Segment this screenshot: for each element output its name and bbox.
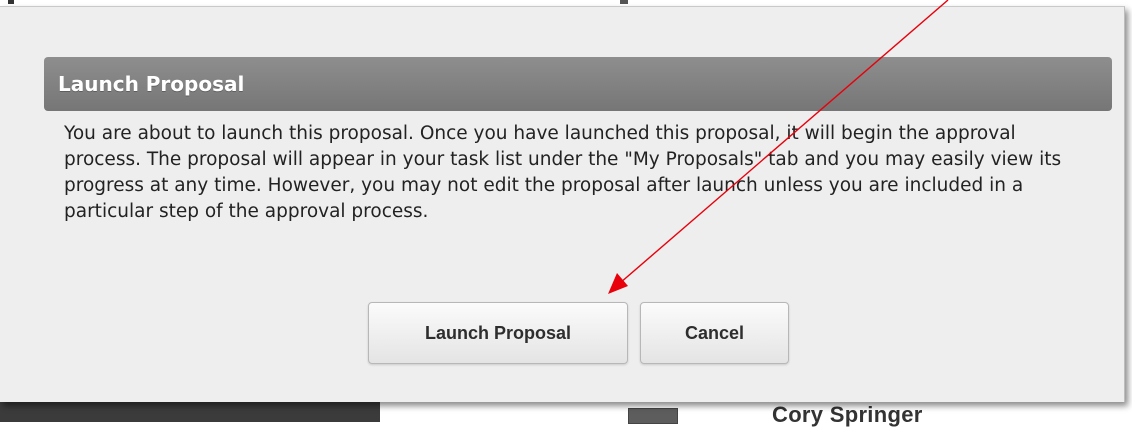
dialog-titlebar: Launch Proposal	[44, 57, 1112, 111]
background-user-name: Cory Springer	[772, 402, 923, 427]
cancel-button[interactable]: Cancel	[640, 302, 789, 364]
launch-proposal-button[interactable]: Launch Proposal	[368, 302, 628, 364]
background-panel	[0, 400, 380, 422]
launch-proposal-dialog: Launch Proposal You are about to launch …	[0, 6, 1125, 402]
background-fragment	[8, 0, 14, 4]
dialog-message: You are about to launch this proposal. O…	[64, 123, 1062, 222]
dialog-title: Launch Proposal	[58, 72, 245, 96]
background-fragment	[620, 0, 628, 4]
